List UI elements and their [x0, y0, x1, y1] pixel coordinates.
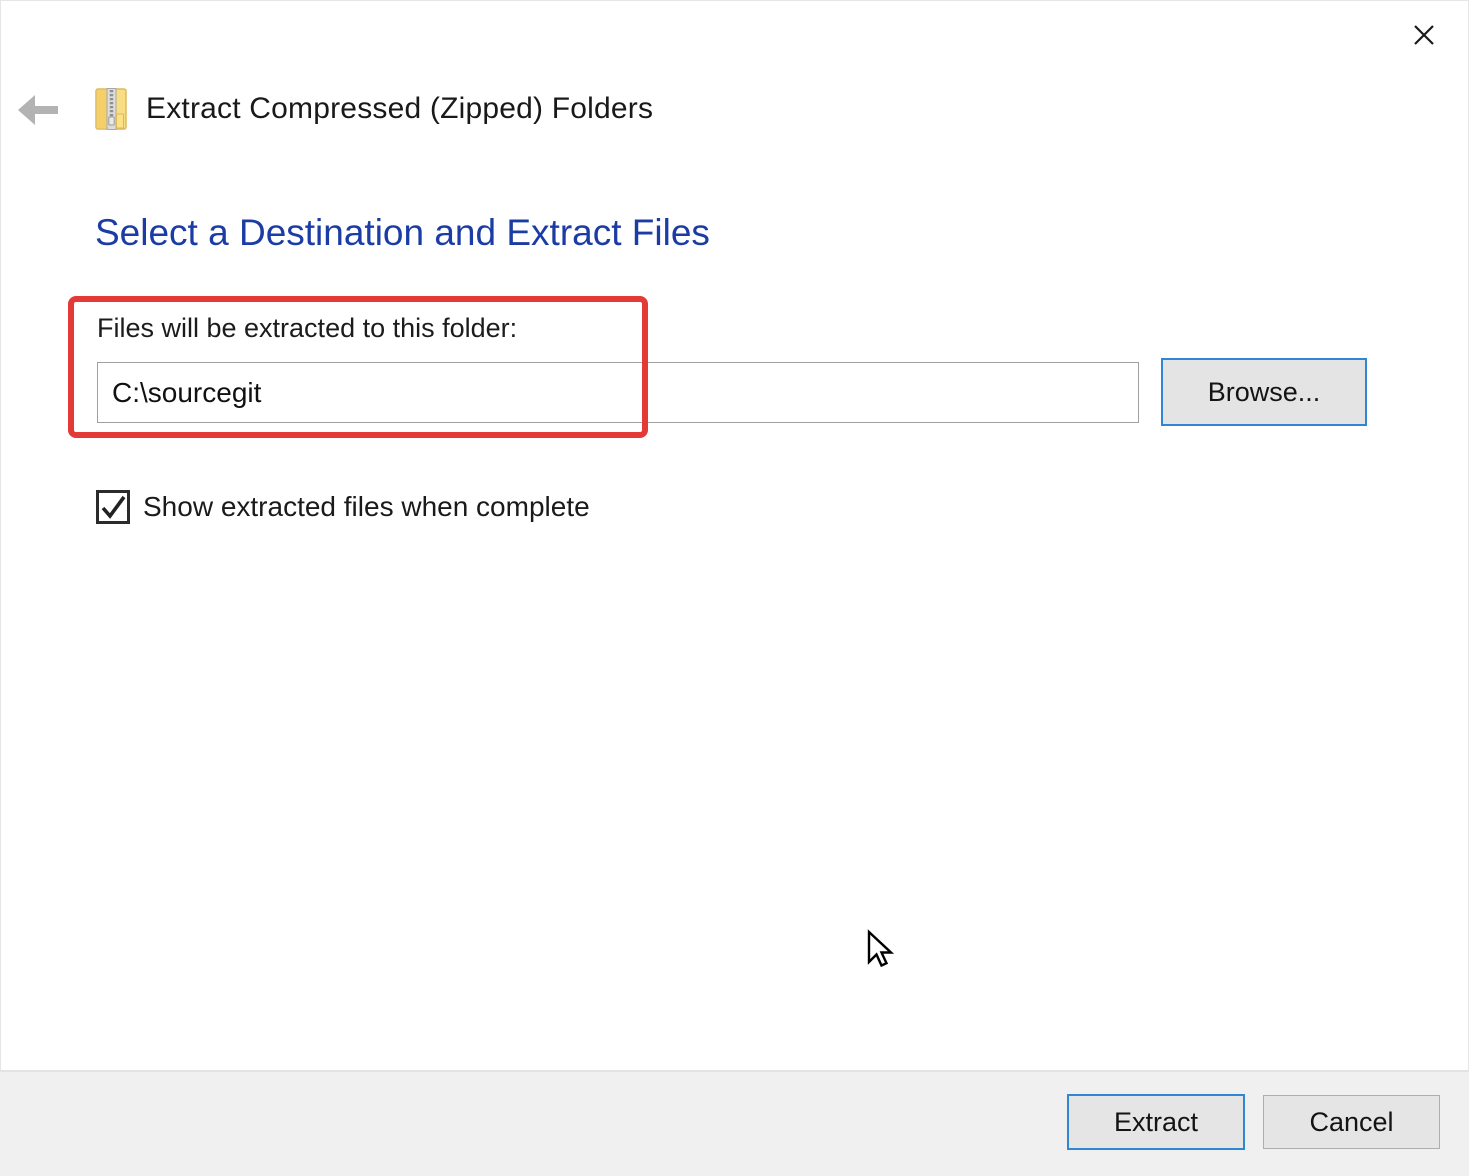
- extract-wizard-window: Extract Compressed (Zipped) Folders Sele…: [0, 0, 1469, 1176]
- mouse-cursor-icon: [866, 929, 906, 976]
- close-button[interactable]: [1406, 17, 1442, 53]
- back-arrow-icon: [16, 93, 62, 127]
- destination-path-input[interactable]: [97, 362, 1139, 423]
- close-icon: [1411, 22, 1437, 48]
- page-title: Extract Compressed (Zipped) Folders: [146, 92, 654, 125]
- checkmark-icon: [99, 493, 127, 521]
- show-extracted-files-label[interactable]: Show extracted files when complete: [143, 491, 590, 523]
- back-button[interactable]: [14, 88, 64, 132]
- wizard-heading: Select a Destination and Extract Files: [95, 212, 710, 253]
- footer-bar: [0, 1070, 1469, 1176]
- show-extracted-files-checkbox[interactable]: [96, 490, 130, 524]
- browse-button[interactable]: Browse...: [1161, 358, 1367, 426]
- extract-button[interactable]: Extract: [1067, 1094, 1245, 1150]
- cancel-button[interactable]: Cancel: [1263, 1095, 1440, 1149]
- zip-folder-icon: [95, 86, 127, 130]
- show-extracted-files-row: Show extracted files when complete: [96, 490, 590, 524]
- destination-label: Files will be extracted to this folder:: [97, 313, 518, 343]
